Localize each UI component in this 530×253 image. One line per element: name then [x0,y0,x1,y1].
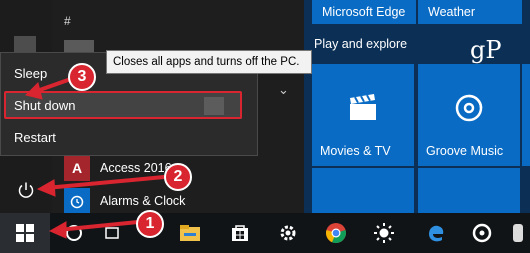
callout-badge-1: 1 [136,210,164,238]
callout-badge-3: 3 [68,63,96,91]
callout-arrows [25,78,166,239]
callout-badge-2: 2 [164,163,192,191]
